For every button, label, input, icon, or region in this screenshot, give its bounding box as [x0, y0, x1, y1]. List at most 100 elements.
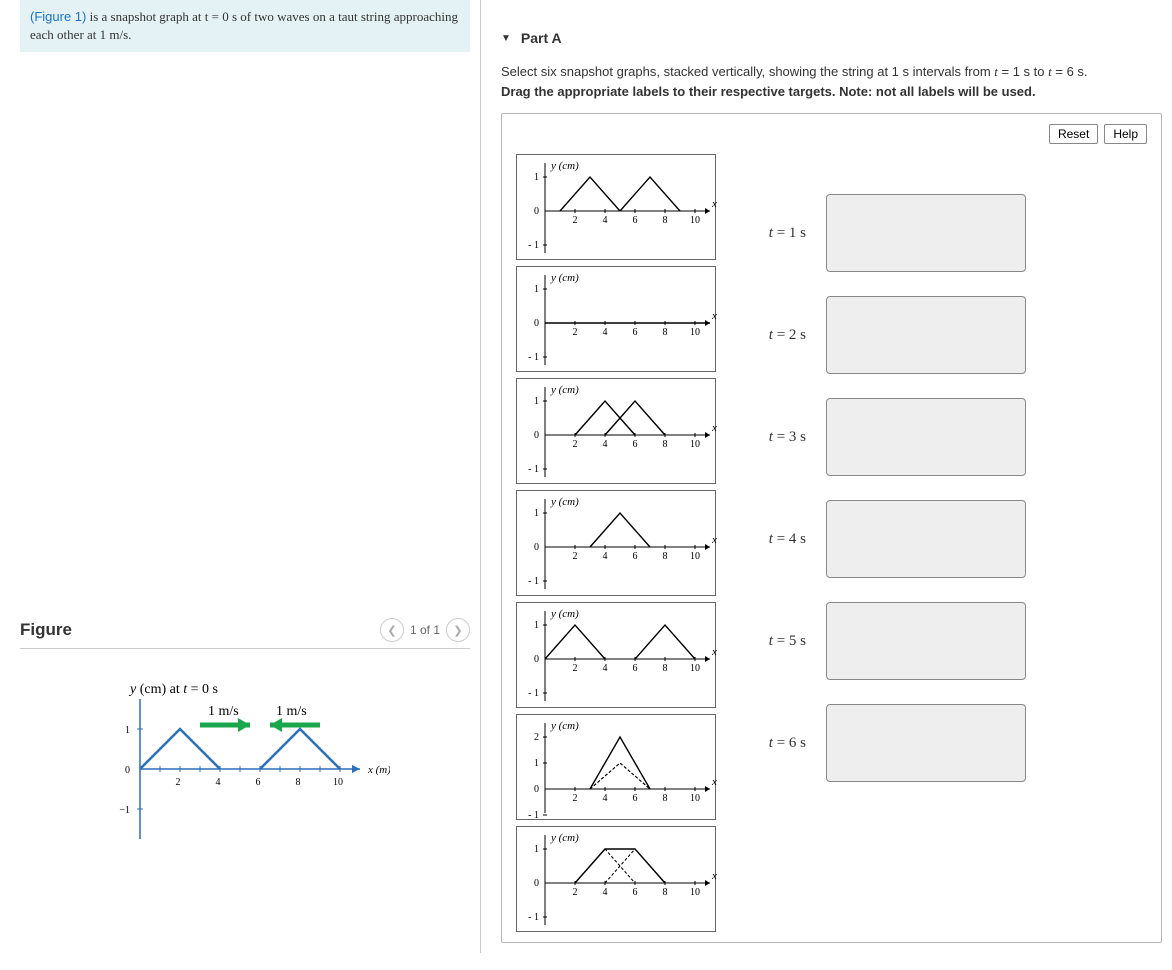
svg-text:2: 2 — [573, 327, 578, 338]
svg-text:0: 0 — [534, 430, 539, 441]
draggable-graph-D[interactable]: y (cm)x (m)10- 1246810 — [516, 490, 716, 596]
speed-label-2: 1 m/s — [276, 704, 307, 719]
svg-text:−1: −1 — [119, 805, 130, 816]
target-label-6: t = 6 s — [746, 735, 806, 752]
drop-slot-3[interactable] — [826, 398, 1026, 476]
svg-text:2: 2 — [573, 793, 578, 804]
svg-text:1: 1 — [125, 725, 130, 736]
problem-statement: (Figure 1) is a snapshot graph at t = 0 … — [20, 0, 470, 52]
svg-text:2: 2 — [573, 439, 578, 450]
svg-text:y (cm): y (cm) — [550, 384, 579, 396]
collapse-icon[interactable]: ▼ — [501, 33, 511, 44]
reset-button[interactable]: Reset — [1049, 124, 1098, 144]
svg-text:8: 8 — [663, 215, 668, 226]
svg-text:4: 4 — [603, 327, 608, 338]
draggable-graph-B[interactable]: y (cm)x (m)10- 1246810 — [516, 266, 716, 372]
figure-counter: 1 of 1 — [410, 623, 440, 637]
svg-text:10: 10 — [690, 551, 700, 562]
svg-text:6: 6 — [633, 215, 638, 226]
figure-prev-button[interactable]: ❮ — [380, 618, 404, 642]
svg-text:4: 4 — [603, 663, 608, 674]
draggable-labels-column: y (cm)x (m)10- 1246810y (cm)x (m)10- 124… — [516, 154, 716, 932]
svg-text:x (m): x (m) — [711, 422, 717, 434]
svg-text:- 1: - 1 — [528, 688, 539, 699]
svg-text:8: 8 — [663, 663, 668, 674]
drop-slot-5[interactable] — [826, 602, 1026, 680]
draggable-graph-C[interactable]: y (cm)x (m)10- 1246810 — [516, 378, 716, 484]
svg-text:x (m): x (m) — [711, 534, 717, 546]
svg-text:1: 1 — [534, 508, 539, 519]
svg-text:6: 6 — [633, 887, 638, 898]
svg-text:x (m): x (m) — [711, 870, 717, 882]
svg-text:4: 4 — [603, 439, 608, 450]
drop-slot-1[interactable] — [826, 194, 1026, 272]
drop-targets-column: t = 1 s t = 2 s t = 3 s t = 4 s t = 5 s … — [746, 154, 1026, 932]
svg-text:- 1: - 1 — [528, 240, 539, 251]
svg-text:0: 0 — [534, 654, 539, 665]
part-a-title: Part A — [521, 30, 562, 46]
figure-title: y (cm) at t = 0 s — [128, 682, 218, 697]
svg-text:10: 10 — [333, 777, 343, 788]
svg-text:4: 4 — [603, 215, 608, 226]
svg-text:6: 6 — [256, 777, 261, 788]
x-axis-label: x (m) — [367, 764, 390, 776]
figure-next-button[interactable]: ❯ — [446, 618, 470, 642]
draggable-graph-A[interactable]: y (cm)x (m)10- 1246810 — [516, 154, 716, 260]
target-label-3: t = 3 s — [746, 429, 806, 446]
speed-arrow-left — [270, 718, 320, 732]
speed-arrow-right — [200, 718, 250, 732]
svg-text:8: 8 — [296, 777, 301, 788]
svg-text:x (m): x (m) — [711, 776, 717, 788]
svg-text:0: 0 — [125, 765, 130, 776]
svg-text:8: 8 — [663, 551, 668, 562]
drag-drop-workspace: Reset Help y (cm)x (m)10- 1246810y (cm)x… — [501, 113, 1162, 943]
svg-text:- 1: - 1 — [528, 810, 539, 821]
svg-text:10: 10 — [690, 439, 700, 450]
svg-text:10: 10 — [690, 887, 700, 898]
svg-text:x (m): x (m) — [711, 646, 717, 658]
svg-text:x (m): x (m) — [711, 198, 717, 210]
svg-text:1: 1 — [534, 396, 539, 407]
svg-text:- 1: - 1 — [528, 576, 539, 587]
svg-text:2: 2 — [573, 215, 578, 226]
svg-text:10: 10 — [690, 793, 700, 804]
svg-text:2: 2 — [534, 732, 539, 743]
svg-text:- 1: - 1 — [528, 352, 539, 363]
target-label-5: t = 5 s — [746, 633, 806, 650]
svg-text:4: 4 — [603, 793, 608, 804]
svg-text:y (cm): y (cm) — [550, 160, 579, 172]
svg-text:8: 8 — [663, 887, 668, 898]
svg-text:x (m): x (m) — [711, 310, 717, 322]
drop-slot-2[interactable] — [826, 296, 1026, 374]
svg-text:0: 0 — [534, 318, 539, 329]
svg-text:2: 2 — [176, 777, 181, 788]
target-label-2: t = 2 s — [746, 327, 806, 344]
svg-text:y (cm): y (cm) — [550, 720, 579, 732]
svg-text:0: 0 — [534, 784, 539, 795]
svg-text:6: 6 — [633, 551, 638, 562]
svg-text:8: 8 — [663, 439, 668, 450]
draggable-graph-G[interactable]: y (cm)x (m)10- 1246810 — [516, 826, 716, 932]
svg-text:y (cm): y (cm) — [550, 608, 579, 620]
svg-text:4: 4 — [603, 551, 608, 562]
problem-text: is a snapshot graph at t = 0 s of two wa… — [30, 9, 458, 42]
draggable-graph-F[interactable]: y (cm)x (m)210- 1246810 — [516, 714, 716, 820]
drop-slot-6[interactable] — [826, 704, 1026, 782]
svg-text:1: 1 — [534, 284, 539, 295]
drag-instructions: Drag the appropriate labels to their res… — [501, 84, 1162, 99]
svg-text:6: 6 — [633, 439, 638, 450]
svg-text:2: 2 — [573, 663, 578, 674]
figure-ref-link[interactable]: (Figure 1) — [30, 9, 86, 24]
help-button[interactable]: Help — [1104, 124, 1147, 144]
svg-text:0: 0 — [534, 878, 539, 889]
svg-text:10: 10 — [690, 663, 700, 674]
draggable-graph-E[interactable]: y (cm)x (m)10- 1246810 — [516, 602, 716, 708]
svg-text:4: 4 — [216, 777, 221, 788]
svg-text:0: 0 — [534, 206, 539, 217]
svg-text:2: 2 — [573, 551, 578, 562]
svg-text:y (cm): y (cm) — [550, 496, 579, 508]
speed-label-1: 1 m/s — [208, 704, 239, 719]
svg-text:6: 6 — [633, 793, 638, 804]
figure-heading: Figure — [20, 620, 72, 640]
drop-slot-4[interactable] — [826, 500, 1026, 578]
